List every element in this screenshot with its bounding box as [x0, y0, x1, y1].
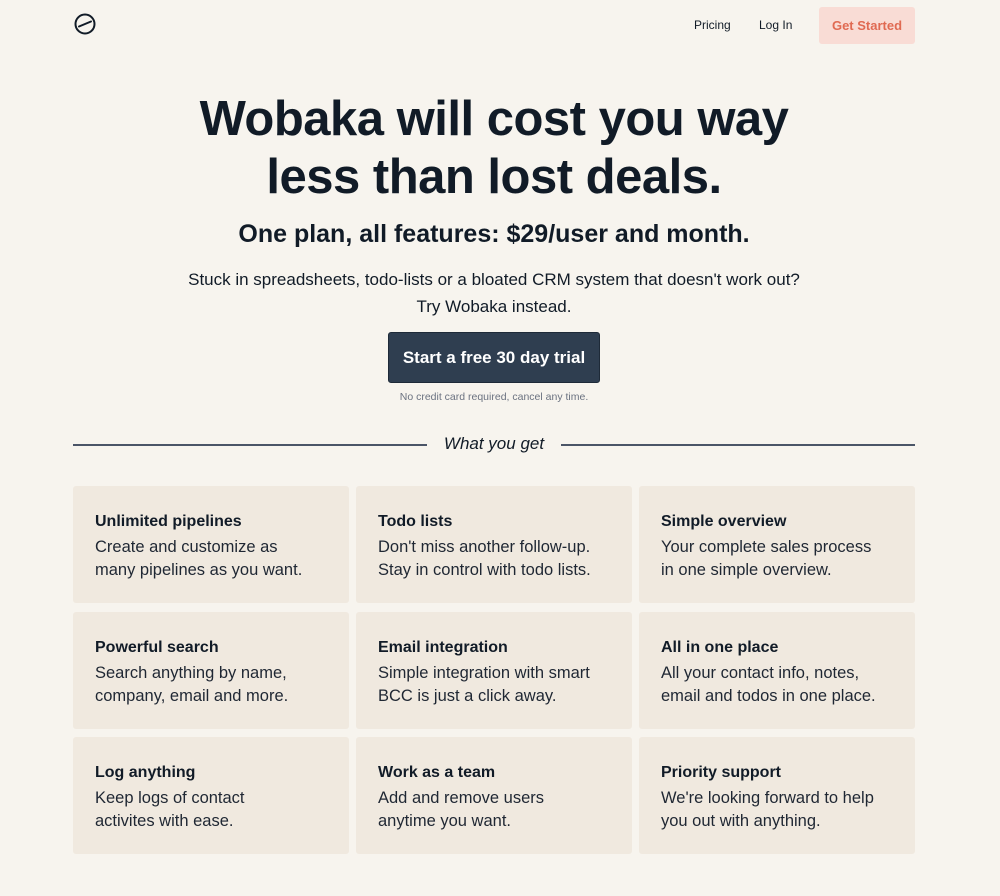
- feature-desc-line-2: many pipelines as you want.: [95, 561, 303, 579]
- hero-description-line-1: Stuck in spreadsheets, todo-lists or a b…: [188, 270, 800, 289]
- feature-card-all-in-one-place: All in one place All your contact info, …: [639, 611, 915, 729]
- hero-title: Wobaka will cost you way less than lost …: [150, 90, 838, 206]
- pricing-subtitle: One plan, all features: $29/user and mon…: [238, 220, 750, 248]
- section-label: What you get: [443, 434, 545, 453]
- feature-desc-line-1: Your complete sales process: [661, 538, 872, 556]
- feature-card-work-as-a-team: Work as a team Add and remove users anyt…: [356, 737, 632, 854]
- feature-card-log-anything: Log anything Keep logs of contact activi…: [73, 737, 349, 854]
- feature-card-todo-lists: Todo lists Don't miss another follow-up.…: [356, 486, 632, 603]
- feature-description: Add and remove users anytime you want.: [378, 787, 610, 833]
- feature-desc-line-2: you out with anything.: [661, 812, 821, 830]
- feature-title: Log anything: [95, 764, 196, 781]
- feature-desc-line-2: email and todos in one place.: [661, 686, 876, 705]
- feature-desc-line-1: Don't miss another follow-up.: [378, 538, 591, 556]
- section-divider-right: [561, 444, 915, 446]
- get-started-button[interactable]: Get Started: [819, 7, 915, 44]
- feature-desc-line-1: Simple integration with smart: [378, 663, 590, 682]
- feature-title: Priority support: [661, 764, 782, 781]
- feature-description: Simple integration with smart BCC is jus…: [378, 662, 610, 708]
- feature-title: Simple overview: [661, 513, 787, 530]
- feature-desc-line-1: Add and remove users: [378, 789, 545, 807]
- hero-title-line-2: less than lost deals.: [266, 150, 722, 204]
- feature-desc-line-1: Create and customize as: [95, 538, 278, 556]
- feature-desc-line-2: activites with ease.: [95, 812, 234, 830]
- feature-description: We're looking forward to help you out wi…: [661, 787, 893, 833]
- feature-desc-line-2: company, email and more.: [95, 686, 289, 705]
- feature-title: All in one place: [661, 638, 779, 656]
- section-divider-left: [73, 444, 427, 446]
- logo-icon[interactable]: [73, 12, 97, 36]
- feature-card-priority-support: Priority support We're looking forward t…: [639, 737, 915, 854]
- feature-card-unlimited-pipelines: Unlimited pipelines Create and customize…: [73, 486, 349, 603]
- feature-desc-line-1: Search anything by name,: [95, 663, 287, 682]
- feature-description: All your contact info, notes, email and …: [661, 662, 893, 708]
- feature-desc-line-1: Keep logs of contact: [95, 789, 245, 807]
- top-nav: Pricing Log In Get Started: [0, 0, 1000, 52]
- feature-description: Your complete sales process in one simpl…: [661, 536, 893, 582]
- feature-desc-line-2: Stay in control with todo lists.: [378, 561, 591, 579]
- feature-card-simple-overview: Simple overview Your complete sales proc…: [639, 486, 915, 603]
- feature-title: Email integration: [378, 638, 508, 656]
- hero-title-line-1: Wobaka will cost you way: [199, 92, 789, 146]
- feature-description: Search anything by name, company, email …: [95, 662, 327, 708]
- trial-note: No credit card required, cancel any time…: [399, 391, 589, 403]
- feature-desc-line-2: in one simple overview.: [661, 561, 832, 579]
- features-grid: Unlimited pipelines Create and customize…: [73, 486, 915, 854]
- nav-login-link[interactable]: Log In: [759, 18, 792, 32]
- feature-description: Don't miss another follow-up. Stay in co…: [378, 536, 610, 582]
- feature-desc-line-1: We're looking forward to help: [661, 789, 874, 807]
- feature-desc-line-2: anytime you want.: [378, 812, 511, 830]
- feature-card-email-integration: Email integration Simple integration wit…: [356, 611, 632, 729]
- clock-slash-icon: [74, 13, 96, 35]
- start-trial-button[interactable]: Start a free 30 day trial: [388, 332, 600, 383]
- feature-card-powerful-search: Powerful search Search anything by name,…: [73, 611, 349, 729]
- feature-description: Create and customize as many pipelines a…: [95, 536, 327, 582]
- feature-title: Unlimited pipelines: [95, 513, 242, 530]
- feature-title: Todo lists: [378, 513, 453, 530]
- nav-pricing-link[interactable]: Pricing: [694, 18, 731, 32]
- hero-description: Stuck in spreadsheets, todo-lists or a b…: [150, 266, 838, 320]
- feature-title: Powerful search: [95, 638, 219, 656]
- feature-desc-line-1: All your contact info, notes,: [661, 663, 860, 682]
- feature-description: Keep logs of contact activites with ease…: [95, 787, 327, 833]
- hero-description-line-2: Try Wobaka instead.: [416, 297, 572, 316]
- feature-title: Work as a team: [378, 764, 496, 781]
- feature-desc-line-2: BCC is just a click away.: [378, 686, 557, 705]
